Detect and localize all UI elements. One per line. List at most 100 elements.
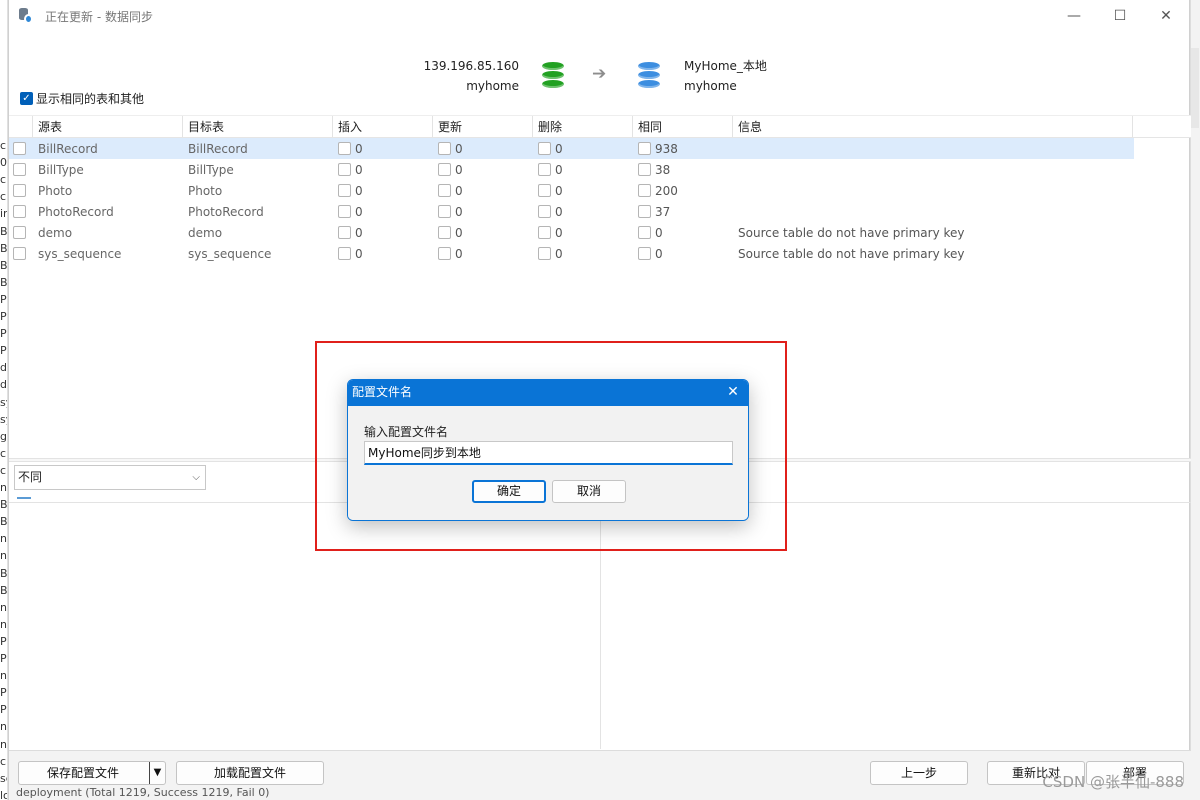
header-source-table[interactable]: 源表 — [33, 116, 183, 137]
insert-cell-text: 0 — [355, 162, 363, 177]
insert-cell[interactable]: 0 — [333, 205, 433, 219]
row-checkbox[interactable] — [9, 226, 33, 239]
checkbox[interactable] — [538, 184, 551, 197]
delete-cell[interactable]: 0 — [533, 205, 633, 219]
table-row[interactable]: Photo Photo 0 0 0 200 — [9, 180, 1191, 201]
insert-cell[interactable]: 0 — [333, 247, 433, 261]
update-cell[interactable]: 0 — [433, 142, 533, 156]
close-icon[interactable]: ✕ — [726, 380, 740, 405]
sync-header: 139.196.85.160 myhome ➔ MyHome_本地 myhome — [9, 32, 1189, 112]
checkbox[interactable] — [13, 163, 26, 176]
insert-cell[interactable]: 0 — [333, 163, 433, 177]
checkbox[interactable] — [438, 163, 451, 176]
row-checkbox[interactable] — [9, 184, 33, 197]
checkbox[interactable] — [638, 205, 651, 218]
title-bar[interactable]: 正在更新 - 数据同步 — ☐ ✕ — [9, 0, 1189, 32]
checkbox[interactable] — [338, 226, 351, 239]
ok-button[interactable]: 确定 — [472, 480, 546, 503]
header-target-table[interactable]: 目标表 — [183, 116, 333, 137]
checkbox[interactable] — [538, 247, 551, 260]
update-cell[interactable]: 0 — [433, 247, 533, 261]
update-cell[interactable]: 0 — [433, 163, 533, 177]
delete-cell[interactable]: 0 — [533, 142, 633, 156]
same-cell[interactable]: 38 — [633, 163, 733, 177]
checkbox[interactable] — [538, 142, 551, 155]
table-row[interactable]: BillType BillType 0 0 0 38 — [9, 159, 1191, 180]
insert-cell[interactable]: 0 — [333, 184, 433, 198]
row-checkbox[interactable] — [9, 142, 33, 155]
table-row[interactable]: sys_sequence sys_sequence 0 0 0 0 Source table… — [9, 243, 1191, 264]
row-checkbox[interactable] — [9, 163, 33, 176]
header-insert[interactable]: 插入 — [333, 116, 433, 137]
cancel-button[interactable]: 取消 — [552, 480, 626, 503]
checkbox[interactable] — [13, 247, 26, 260]
checkbox[interactable] — [338, 184, 351, 197]
update-cell[interactable]: 0 — [433, 205, 533, 219]
checkbox[interactable] — [638, 163, 651, 176]
save-options-dropdown-icon[interactable]: ▼ — [149, 762, 165, 784]
background-fragment: Pl — [0, 652, 7, 665]
checkbox[interactable] — [438, 226, 451, 239]
minimize-button[interactable]: — — [1051, 0, 1097, 32]
source-table-cell: BillType — [33, 163, 183, 177]
table-row[interactable]: demo demo 0 0 0 0 Source table do not have pri… — [9, 222, 1191, 243]
same-cell[interactable]: 37 — [633, 205, 733, 219]
checkbox[interactable] — [338, 163, 351, 176]
update-cell[interactable]: 0 — [433, 184, 533, 198]
checkbox[interactable] — [338, 205, 351, 218]
insert-cell[interactable]: 0 — [333, 142, 433, 156]
close-button[interactable]: ✕ — [1143, 0, 1189, 32]
filter-dropdown[interactable]: 不同 ⌵ — [14, 465, 206, 490]
checkbox[interactable] — [338, 142, 351, 155]
delete-cell-text: 0 — [555, 204, 563, 219]
same-cell[interactable]: 200 — [633, 184, 733, 198]
delete-cell[interactable]: 0 — [533, 247, 633, 261]
checkbox[interactable] — [13, 142, 26, 155]
header-same[interactable]: 相同 — [633, 116, 733, 137]
checkbox[interactable] — [438, 247, 451, 260]
checkbox[interactable] — [638, 226, 651, 239]
row-checkbox[interactable] — [9, 247, 33, 260]
insert-cell-text: 0 — [355, 183, 363, 198]
database-disk — [542, 71, 564, 79]
source-db: myhome — [466, 79, 519, 93]
update-cell-text: 0 — [455, 246, 463, 261]
checkbox[interactable] — [638, 247, 651, 260]
same-cell[interactable]: 938 — [633, 142, 733, 156]
checkbox[interactable] — [13, 184, 26, 197]
update-cell[interactable]: 0 — [433, 226, 533, 240]
checkbox[interactable] — [638, 184, 651, 197]
checkbox[interactable] — [638, 142, 651, 155]
checkbox[interactable] — [538, 205, 551, 218]
header-info[interactable]: 信息 — [733, 116, 1133, 137]
table-row[interactable]: BillRecord BillRecord 0 0 0 938 — [9, 138, 1134, 159]
target-table-cell: BillType — [183, 163, 333, 177]
insert-cell[interactable]: 0 — [333, 226, 433, 240]
checkbox[interactable] — [438, 184, 451, 197]
dialog-title-bar[interactable]: 配置文件名 ✕ — [348, 380, 748, 406]
save-config-button[interactable]: 保存配置文件 ▼ — [18, 761, 166, 785]
maximize-button[interactable]: ☐ — [1097, 0, 1143, 32]
config-name-input[interactable] — [364, 441, 733, 465]
delete-cell[interactable]: 0 — [533, 226, 633, 240]
same-cell[interactable]: 0 — [633, 226, 733, 240]
header-update[interactable]: 更新 — [433, 116, 533, 137]
show-same-option[interactable]: ✓ 显示相同的表和其他 — [20, 90, 144, 107]
show-same-checkbox[interactable]: ✓ — [20, 92, 33, 105]
delete-cell[interactable]: 0 — [533, 163, 633, 177]
checkbox[interactable] — [13, 205, 26, 218]
checkbox[interactable] — [538, 226, 551, 239]
header-delete[interactable]: 删除 — [533, 116, 633, 137]
checkbox[interactable] — [338, 247, 351, 260]
load-config-button[interactable]: 加载配置文件 — [176, 761, 324, 785]
row-checkbox[interactable] — [9, 205, 33, 218]
table-row[interactable]: PhotoRecord PhotoRecord 0 0 0 37 — [9, 201, 1191, 222]
checkbox[interactable] — [438, 142, 451, 155]
background-fragment: Pl — [0, 703, 7, 717]
same-cell[interactable]: 0 — [633, 247, 733, 261]
checkbox[interactable] — [538, 163, 551, 176]
delete-cell[interactable]: 0 — [533, 184, 633, 198]
checkbox[interactable] — [13, 226, 26, 239]
previous-step-button[interactable]: 上一步 — [870, 761, 968, 785]
checkbox[interactable] — [438, 205, 451, 218]
